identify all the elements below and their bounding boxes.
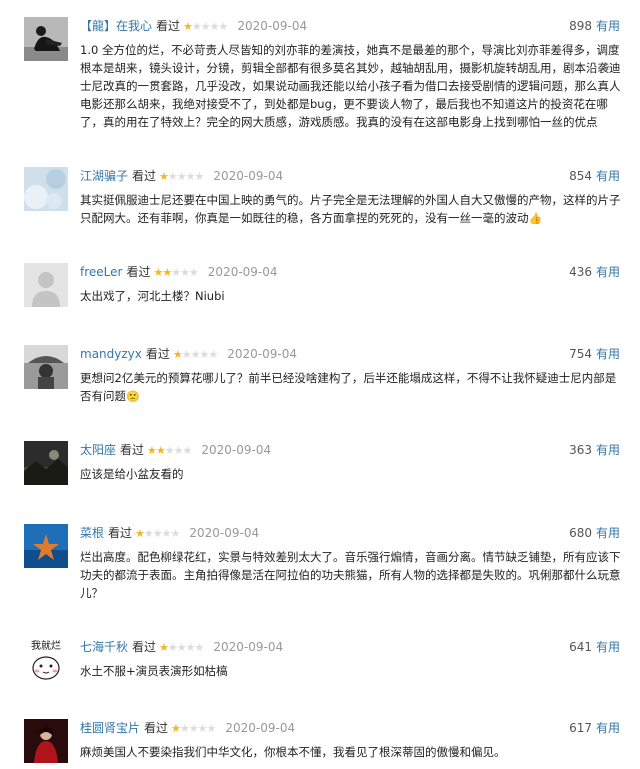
review-content: 水土不服+演员表演形如枯槁 [80,664,228,678]
username-link[interactable]: 七海千秋 [80,640,128,654]
frowning-face-emoji-icon: 🙁 [126,390,140,403]
username-link[interactable]: 菜根 [80,526,104,540]
review-date: 2020-09-04 [201,443,272,457]
rating-stars: ★★★★★ [171,722,216,735]
user-avatar[interactable] [24,167,68,211]
review-meta: 江湖骗子 看过 ★★★★★ 2020-09-04 [80,167,283,185]
avatar-sticker-text: 我就烂 [31,639,61,652]
review-date: 2020-09-04 [227,347,297,361]
red-portrait-photo-icon [24,719,68,763]
pale-blue-blur-photo-icon [24,167,68,211]
rating-stars: ★★★★★ [135,527,180,540]
username-link[interactable]: 桂圆肾宝片 [80,721,140,735]
rating-stars: ★★★★★ [159,170,204,183]
seen-label: 看过 [145,347,170,361]
review-content: 1.0 全方位的烂，不必苛责人尽皆知的刘亦菲的差演技，她真不是最差的那个，导演比… [80,43,621,129]
vote-count: 754 [569,347,592,361]
rating-stars: ★★★★★ [147,444,192,457]
useful-button[interactable]: 有用 [596,19,620,33]
review-meta: 菜根 看过 ★★★★★ 2020-09-04 [80,524,259,542]
username-link[interactable]: 江湖骗子 [80,169,128,183]
vote-area: 680 有用 [569,524,620,542]
user-avatar[interactable] [24,263,68,307]
seen-label: 看过 [132,640,157,654]
review-content: 太出戏了，河北土楼？Niubi [80,289,225,303]
review-date: 2020-09-04 [207,265,278,279]
vote-count: 436 [569,265,592,279]
review-date: 2020-09-04 [189,526,260,540]
rating-stars: ★★★★★ [172,348,218,361]
seen-label: 看过 [126,265,151,279]
person-sitting-dark-photo-icon [24,17,68,61]
review-meta: freeLer 看过 ★★★★★ 2020-09-04 [80,263,278,281]
vote-count: 680 [569,526,592,540]
user-avatar[interactable] [24,345,68,389]
review-date: 2020-09-04 [225,721,296,735]
vote-area: 363 有用 [569,441,620,459]
user-avatar[interactable] [24,441,68,485]
rating-stars: ★★★★★ [159,641,204,654]
useful-button[interactable]: 有用 [596,526,620,540]
grayscale-photo-icon [24,345,68,389]
review-meta: 七海千秋 看过 ★★★★★ 2020-09-04 [80,638,283,656]
review-content: 应该是给小盆友看的 [80,467,184,481]
useful-button[interactable]: 有用 [596,721,620,735]
vote-area: 436 有用 [569,263,620,281]
review-text: 更想问2亿美元的预算花哪儿了？前半已经没啥建构了，后半还能塌成这样，不得不让我怀… [80,371,617,403]
vote-count: 617 [569,721,592,735]
user-avatar[interactable] [24,524,68,568]
vote-count: 641 [569,640,592,654]
review-date: 2020-09-04 [213,169,284,183]
user-avatar[interactable]: 我就烂 [24,638,68,682]
rating-stars: ★★★★★ [153,266,198,279]
username-link[interactable]: 【龍】在我心 [80,19,152,33]
username-link[interactable]: freeLer [80,265,122,279]
useful-button[interactable]: 有用 [596,640,620,654]
vote-area: 854 有用 [569,167,620,185]
username-link[interactable]: mandyzyx [80,347,142,361]
username-link[interactable]: 太阳座 [80,443,116,457]
dark-landscape-photo-icon [24,441,68,485]
useful-button[interactable]: 有用 [596,443,620,457]
thumbs-up-emoji-icon: 👍 [528,212,543,225]
vote-count: 854 [569,169,592,183]
vote-area: 754 有用 [569,345,620,363]
review-meta: 【龍】在我心 看过 ★★★★★ 2020-09-04 [80,17,307,35]
blue-sea-starfish-photo-icon [24,524,68,568]
vote-area: 898 有用 [569,17,620,35]
seen-label: 看过 [132,169,157,183]
useful-button[interactable]: 有用 [596,347,620,361]
review-date: 2020-09-04 [237,19,308,33]
cartoon-sticker-icon: 我就烂 [24,638,68,682]
default-user-icon [24,263,68,307]
review-date: 2020-09-04 [213,640,284,654]
seen-label: 看过 [156,19,181,33]
review-meta: 桂圆肾宝片 看过 ★★★★★ 2020-09-04 [80,719,295,737]
seen-label: 看过 [108,526,133,540]
seen-label: 看过 [120,443,145,457]
review-meta: 太阳座 看过 ★★★★★ 2020-09-04 [80,441,271,459]
vote-area: 641 有用 [569,638,620,656]
user-avatar[interactable] [24,17,68,61]
useful-button[interactable]: 有用 [596,169,620,183]
vote-count: 898 [569,19,592,33]
seen-label: 看过 [144,721,169,735]
vote-count: 363 [569,443,592,457]
review-meta: mandyzyx 看过 ★★★★★ 2020-09-04 [80,345,297,363]
vote-area: 617 有用 [569,719,620,737]
user-avatar[interactable] [24,719,68,763]
review-content: 麻烦美国人不要染指我们中华文化，你根本不懂，我看见了根深蒂固的傲慢和偏见。 [80,745,506,759]
review-content: 其实挺佩服迪士尼还要在中国上映的勇气的。片子完全是无法理解的外国人自大又傲慢的产… [80,191,626,228]
rating-stars: ★★★★★ [183,20,228,33]
review-content: 烂出高度。配色柳绿花红，实景与特效差别太大了。音乐强行煽情，音画分离。情节缺乏铺… [80,550,621,600]
useful-button[interactable]: 有用 [596,265,620,279]
review-content: 更想问2亿美元的预算花哪儿了？前半已经没啥建构了，后半还能塌成这样，不得不让我怀… [80,369,626,406]
